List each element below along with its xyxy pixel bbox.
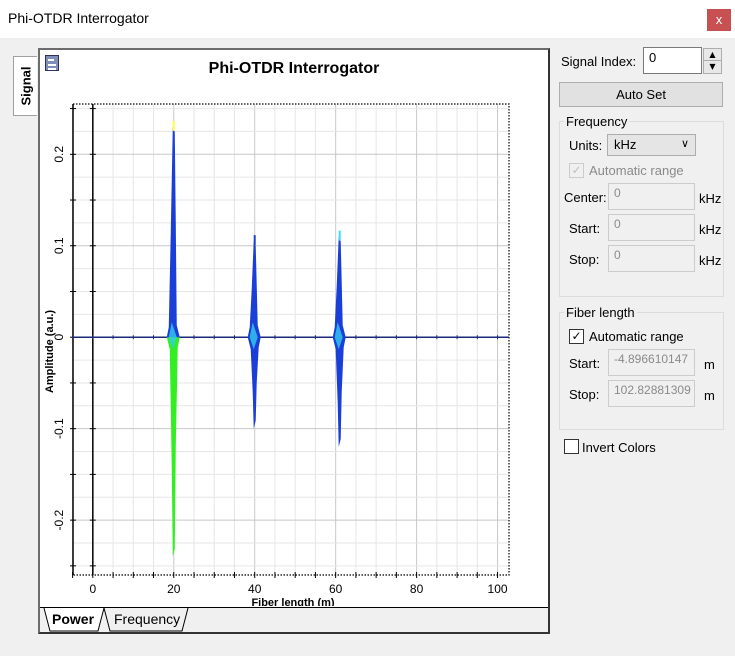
event-20m-upper <box>166 126 180 338</box>
center-label: Center: <box>564 190 607 205</box>
y-tick-label: 0.1 <box>52 237 66 254</box>
units-select-value: kHz <box>614 137 637 152</box>
invert-colors-label: Invert Colors <box>582 440 656 455</box>
freq-start-label: Start: <box>569 221 601 236</box>
plot-panel: Phi-OTDR Interrogator -0.2 -0.1 0 0.1 0.2 0 20… <box>38 48 550 634</box>
x-axis-label: Fiber length (m) <box>251 597 334 606</box>
close-icon: x <box>715 12 723 27</box>
fiber-stop-unit: m <box>704 388 715 403</box>
event-40m-upper <box>247 241 261 338</box>
chart-canvas[interactable]: -0.2-0.100.10.20 20 40 60 80 100 Fiber length… <box>40 50 548 606</box>
tab-power[interactable]: Power <box>48 608 98 632</box>
freq-start-unit: kHz <box>699 222 722 237</box>
spin-up-icon[interactable]: ▲ <box>704 49 721 61</box>
window-title: Phi-OTDR Interrogator <box>8 10 149 26</box>
x-tick-label: 80 <box>410 582 424 596</box>
fiber-length-group-title: Fiber length <box>564 305 637 320</box>
event-61m-lower <box>332 337 346 447</box>
frequency-group-title: Frequency <box>564 114 630 129</box>
freq-start-input[interactable]: 0 <box>608 214 695 241</box>
center-input[interactable]: 0 <box>608 183 695 210</box>
freq-stop-label: Stop: <box>569 252 600 267</box>
close-button[interactable]: x <box>707 9 731 31</box>
x-tick-label: 20 <box>167 582 181 596</box>
units-select[interactable]: kHz ∨ <box>607 134 696 156</box>
signal-index-label: Signal Index: <box>561 54 637 69</box>
settings-panel: Signal Index: 0 ▲ ▼ Auto Set Frequency U… <box>556 40 735 656</box>
spin-down-icon[interactable]: ▼ <box>704 61 721 73</box>
signal-index-input[interactable]: 0 <box>643 47 702 74</box>
event-20m-lower <box>166 337 180 557</box>
units-label: Units: <box>569 138 603 153</box>
y-tick-label: -0.1 <box>52 418 66 439</box>
x-tick-label: 0 <box>89 582 96 596</box>
fiber-start-unit: m <box>704 357 715 372</box>
title-bar: Phi-OTDR Interrogator x <box>0 0 735 38</box>
fiber-stop-input[interactable]: 102.82881309 <box>608 380 695 407</box>
fiber-start-label: Start: <box>569 356 601 371</box>
x-tick-label: 100 <box>488 582 508 596</box>
fiber-auto-range-label: Automatic range <box>589 329 684 344</box>
y-tick-label: 0.2 <box>52 146 66 163</box>
check-icon: ✓ <box>571 163 582 177</box>
chevron-down-icon: ∨ <box>680 138 689 150</box>
freq-stop-unit: kHz <box>699 253 722 268</box>
frequency-auto-range-checkbox[interactable]: ✓ <box>569 163 584 178</box>
fiber-start-input[interactable]: -4.896610147 <box>608 349 695 376</box>
check-icon: ✓ <box>571 329 582 343</box>
y-axis-label: Amplitude (a.u.) <box>44 310 56 393</box>
auto-set-button[interactable]: Auto Set <box>559 82 723 107</box>
signal-index-spinner[interactable]: ▲ ▼ <box>703 48 722 74</box>
y-tick-label: -0.2 <box>52 509 66 530</box>
plot-tabs: Power Frequency <box>40 607 548 632</box>
tab-signal-label: Signal <box>18 66 33 106</box>
x-tick-label: 60 <box>329 582 343 596</box>
x-tick-label: 40 <box>248 582 262 596</box>
frequency-auto-range-label: Automatic range <box>589 163 684 178</box>
invert-colors-checkbox[interactable] <box>564 439 579 454</box>
center-unit: kHz <box>699 191 722 206</box>
tab-frequency[interactable]: Frequency <box>110 608 184 632</box>
freq-stop-input[interactable]: 0 <box>608 245 695 272</box>
tab-signal[interactable]: Signal <box>13 56 37 116</box>
event-61m-upper <box>332 236 346 338</box>
fiber-auto-range-checkbox[interactable]: ✓ <box>569 329 584 344</box>
plot-border <box>73 103 510 576</box>
fiber-stop-label: Stop: <box>569 387 600 402</box>
